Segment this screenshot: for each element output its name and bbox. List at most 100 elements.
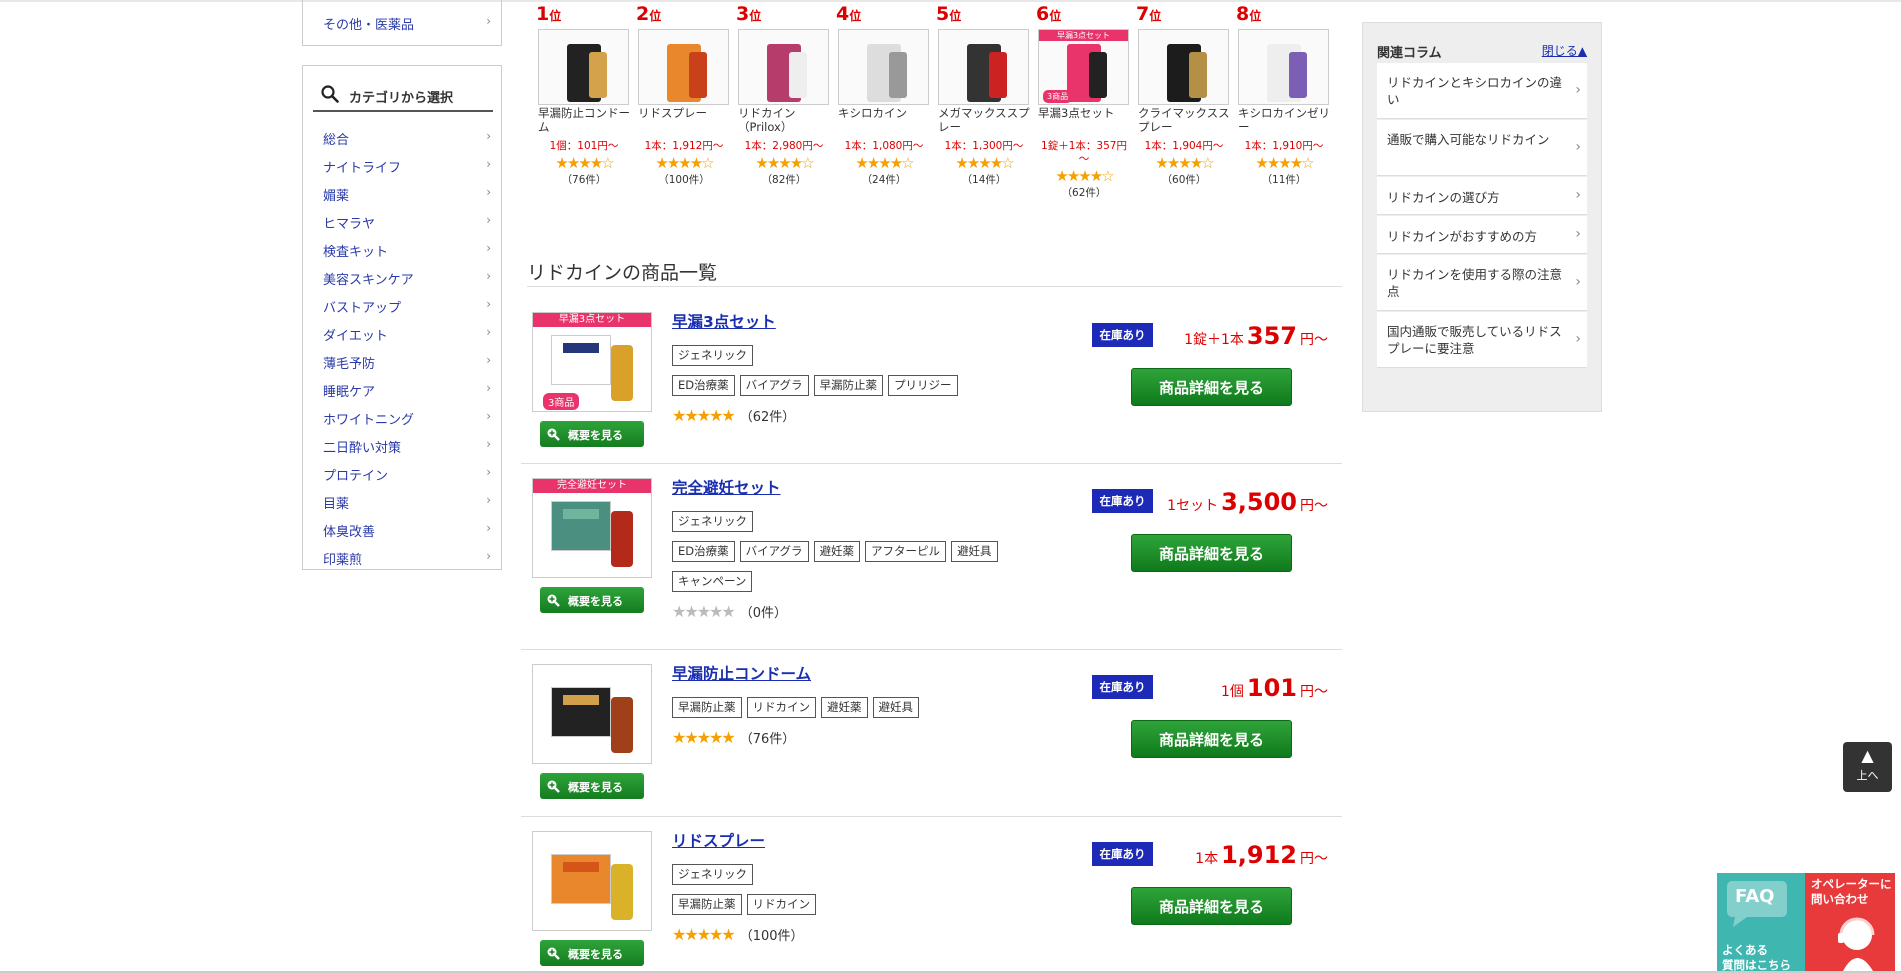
- category-item[interactable]: 美容スキンケア ›: [303, 263, 501, 291]
- category-item[interactable]: 媚薬 ›: [303, 179, 501, 207]
- category-item[interactable]: バストアップ ›: [303, 291, 501, 319]
- product-detail-button[interactable]: 商品詳細を見る: [1131, 368, 1292, 406]
- operator-contact-banner[interactable]: オペレーターに 問い合わせ: [1805, 873, 1895, 973]
- related-column-item[interactable]: リドカインを使用する際の注意点 ›: [1377, 255, 1587, 311]
- ranking-product-name[interactable]: メガマックススプレー: [938, 106, 1032, 134]
- ranking-item[interactable]: 6位 早漏3点セット 3商品 早漏3点セット 1錠＋1本：357円～ ★★★★☆ （62件）: [1036, 3, 1132, 199]
- product-tag[interactable]: キャンペーン: [672, 571, 753, 592]
- ranking-product-price: 1本：1,080円～: [844, 140, 924, 152]
- category-item[interactable]: 目薬 ›: [303, 487, 501, 515]
- ranking-item[interactable]: 8位 キシロカインゼリー 1本：1,910円～ ★★★★☆ （11件）: [1236, 3, 1332, 186]
- category-item[interactable]: 総合 ›: [303, 123, 501, 151]
- ranking-item[interactable]: 4位 キシロカイン 1本：1,080円～ ★★★★☆ （24件）: [836, 3, 932, 186]
- ranking-product-image[interactable]: [838, 29, 929, 105]
- top-border: [0, 0, 1901, 2]
- product-tag[interactable]: 早漏防止薬: [813, 375, 884, 396]
- category-item[interactable]: ナイトライフ ›: [303, 151, 501, 179]
- product-divider: [521, 463, 1342, 464]
- product-tag[interactable]: ジェネリック: [672, 511, 753, 532]
- overview-button[interactable]: 概要を見る: [540, 773, 644, 799]
- product-tag[interactable]: 避妊薬: [821, 697, 868, 718]
- ranking-item[interactable]: 5位 メガマックススプレー 1本：1,300円～ ★★★★☆ （14件）: [936, 3, 1032, 186]
- product-tag[interactable]: バイアグラ: [739, 541, 809, 562]
- product-title-link[interactable]: 早漏3点セット: [672, 310, 776, 332]
- chevron-right-icon: ›: [486, 493, 491, 507]
- ranking-product-image[interactable]: [538, 29, 629, 105]
- product-tag[interactable]: ジェネリック: [672, 864, 753, 885]
- related-column-item[interactable]: リドカインがおすすめの方 ›: [1377, 216, 1587, 254]
- ranking-product-image[interactable]: [1238, 29, 1329, 105]
- product-title-link[interactable]: 早漏防止コンドーム: [672, 662, 811, 684]
- ranking-product-name[interactable]: 早漏3点セット: [1038, 106, 1132, 120]
- chevron-right-icon: ›: [486, 14, 491, 28]
- product-detail-button[interactable]: 商品詳細を見る: [1131, 720, 1292, 758]
- ranking-product-image[interactable]: [738, 29, 829, 105]
- ranking-product-name[interactable]: 早漏防止コンドーム: [538, 106, 632, 134]
- category-item[interactable]: ヒマラヤ ›: [303, 207, 501, 235]
- product-shape: [589, 52, 607, 98]
- close-column-link[interactable]: 閉じる▲: [1542, 42, 1587, 59]
- product-title-link[interactable]: 完全避妊セット: [672, 476, 781, 498]
- category-item[interactable]: ダイエット ›: [303, 319, 501, 347]
- related-column-item[interactable]: リドカインの選び方 ›: [1377, 177, 1587, 215]
- overview-button[interactable]: 概要を見る: [540, 421, 644, 447]
- ranking-product-name[interactable]: リドカイン（Prilox）: [738, 106, 832, 134]
- ranking-product-name[interactable]: キシロカインゼリー: [1238, 106, 1332, 134]
- related-column-item[interactable]: 国内通販で販売しているリドスプレーに要注意 ›: [1377, 312, 1587, 368]
- product-tag[interactable]: ED治療薬: [672, 375, 735, 396]
- sidebar-top-box: その他・医薬品 ›: [302, 0, 502, 46]
- ranking-product-name[interactable]: リドスプレー: [638, 106, 732, 120]
- product-tag[interactable]: ED治療薬: [672, 541, 735, 562]
- product-tag[interactable]: 避妊具: [951, 541, 998, 562]
- product-image[interactable]: [532, 831, 652, 931]
- product-shape: [1189, 52, 1207, 98]
- related-column-item[interactable]: リドカインとキシロカインの違い ›: [1377, 63, 1587, 119]
- product-title-link[interactable]: リドスプレー: [672, 829, 765, 851]
- product-tag[interactable]: アフターピル: [865, 541, 947, 562]
- arrow-up-icon: ▲: [1861, 746, 1874, 765]
- category-item[interactable]: 薄毛予防 ›: [303, 347, 501, 375]
- ranking-product-name[interactable]: クライマックススプレー: [1138, 106, 1232, 134]
- overview-button[interactable]: 概要を見る: [540, 940, 644, 966]
- product-tag[interactable]: 避妊薬: [813, 541, 861, 562]
- rank-suffix: 位: [549, 9, 562, 23]
- product-tag[interactable]: リドカイン: [746, 697, 816, 718]
- related-column-item[interactable]: 通販で購入可能なリドカイン ›: [1377, 120, 1587, 176]
- ranking-item[interactable]: 2位 リドスプレー 1本：1,912円～ ★★★★☆ （100件）: [636, 3, 732, 186]
- category-item[interactable]: ホワイトニング ›: [303, 403, 501, 431]
- back-to-top-button[interactable]: ▲ 上へ: [1843, 742, 1892, 792]
- product-tag[interactable]: プリリジー: [888, 375, 958, 396]
- category-item[interactable]: プロテイン ›: [303, 459, 501, 487]
- category-item[interactable]: 印薬煎 ›: [303, 543, 501, 571]
- faq-banner[interactable]: FAQ よくある 質問はこちら: [1717, 873, 1805, 973]
- product-tag[interactable]: バイアグラ: [739, 375, 809, 396]
- ranking-product-name[interactable]: キシロカイン: [838, 106, 932, 120]
- ranking-item[interactable]: 3位 リドカイン（Prilox） 1本：2,980円～ ★★★★☆ （82件）: [736, 3, 832, 186]
- related-column-title: 通販で購入可能なリドカイン: [1387, 132, 1550, 147]
- product-tag[interactable]: 避妊具: [872, 697, 919, 718]
- ranking-product-image[interactable]: [1138, 29, 1229, 105]
- product-tag[interactable]: 早漏防止薬: [672, 697, 742, 718]
- chevron-right-icon: ›: [486, 353, 491, 367]
- product-tag[interactable]: 早漏防止薬: [672, 894, 742, 915]
- category-item[interactable]: 検査キット ›: [303, 235, 501, 263]
- category-item[interactable]: 睡眠ケア ›: [303, 375, 501, 403]
- tag-row: 早漏防止薬 リドカイン: [672, 893, 1022, 921]
- overview-button[interactable]: 概要を見る: [540, 587, 644, 613]
- product-tag[interactable]: リドカイン: [746, 894, 816, 915]
- ranking-product-image[interactable]: 早漏3点セット 3商品: [1038, 29, 1129, 105]
- category-item[interactable]: 二日酔い対策 ›: [303, 431, 501, 459]
- product-detail-button[interactable]: 商品詳細を見る: [1131, 534, 1292, 572]
- ranking-item[interactable]: 1位 早漏防止コンドーム 1個：101円～ ★★★★☆ （76件）: [536, 3, 632, 186]
- ranking-item[interactable]: 7位 クライマックススプレー 1本：1,904円～ ★★★★☆ （60件）: [1136, 3, 1232, 186]
- sidebar-item-other-medicine[interactable]: その他・医薬品: [323, 14, 414, 33]
- ranking-product-image[interactable]: [638, 29, 729, 105]
- product-detail-button[interactable]: 商品詳細を見る: [1131, 887, 1292, 925]
- product-image[interactable]: 完全避妊セット: [532, 478, 652, 578]
- product-image[interactable]: [532, 664, 652, 764]
- ranking-product-image[interactable]: [938, 29, 1029, 105]
- category-item[interactable]: 体臭改善 ›: [303, 515, 501, 543]
- product-shape: [789, 52, 807, 98]
- product-tag[interactable]: ジェネリック: [672, 345, 753, 366]
- product-image[interactable]: 早漏3点セット 3商品: [532, 312, 652, 412]
